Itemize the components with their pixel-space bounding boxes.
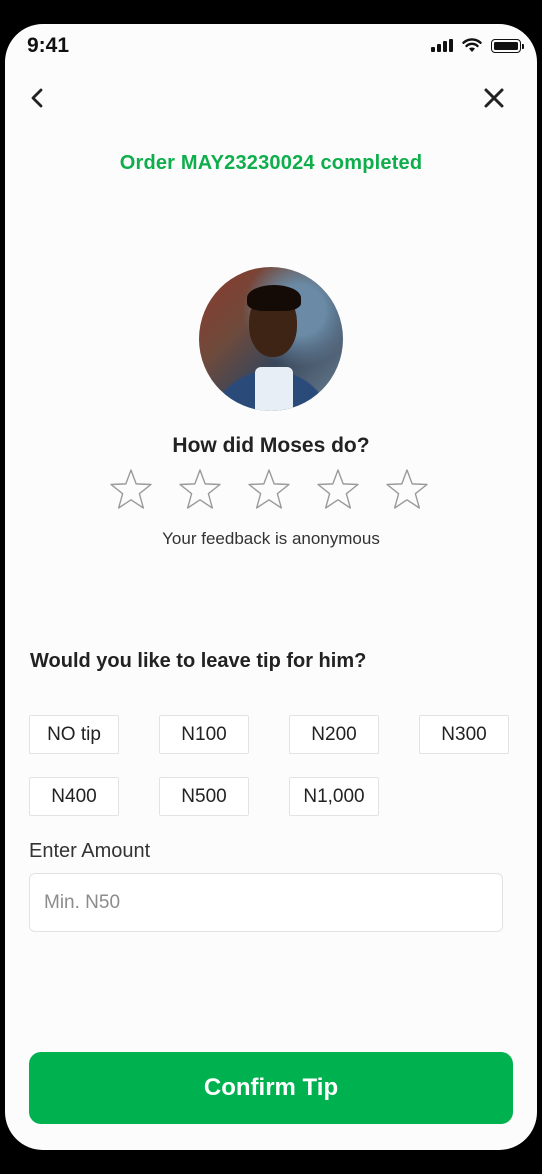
chevron-left-icon[interactable]	[25, 84, 51, 112]
star-icon-1[interactable]	[108, 467, 154, 513]
order-completed-title: Order MAY23230024 completed	[119, 152, 423, 174]
rating-question: How did Moses do?	[172, 434, 370, 457]
app-screen: 9:41 Order MAY23230024 completed How did…	[5, 24, 537, 1150]
close-icon[interactable]	[481, 84, 507, 112]
avatar-shirt	[255, 367, 293, 411]
tip-option-300[interactable]: N300	[419, 715, 509, 754]
star-icon-5[interactable]	[384, 467, 430, 513]
status-icons	[431, 38, 524, 53]
avatar-hair	[247, 285, 301, 311]
amount-label: Enter Amount	[29, 840, 151, 862]
star-icon-2[interactable]	[177, 467, 223, 513]
tip-question: Would you like to leave tip for him?	[30, 650, 367, 672]
feedback-note: Your feedback is anonymous	[162, 529, 380, 548]
tip-option-1000[interactable]: N1,000	[289, 777, 379, 816]
amount-input[interactable]	[29, 873, 503, 932]
wifi-icon	[462, 38, 482, 52]
star-icon-3[interactable]	[246, 467, 292, 513]
avatar	[199, 267, 343, 411]
cellular-signal-icon	[431, 39, 453, 52]
star-icon-4[interactable]	[315, 467, 361, 513]
tip-option-200[interactable]: N200	[289, 715, 379, 754]
star-rating	[108, 467, 430, 513]
confirm-tip-button[interactable]: Confirm Tip	[29, 1052, 513, 1124]
status-time: 9:41	[27, 34, 70, 57]
tip-option-500[interactable]: N500	[159, 777, 249, 816]
phone-frame: 9:41 Order MAY23230024 completed How did…	[0, 0, 542, 1174]
battery-icon	[491, 38, 524, 53]
tip-option-no-tip[interactable]: NO tip	[29, 715, 119, 754]
tip-option-100[interactable]: N100	[159, 715, 249, 754]
tip-option-400[interactable]: N400	[29, 777, 119, 816]
